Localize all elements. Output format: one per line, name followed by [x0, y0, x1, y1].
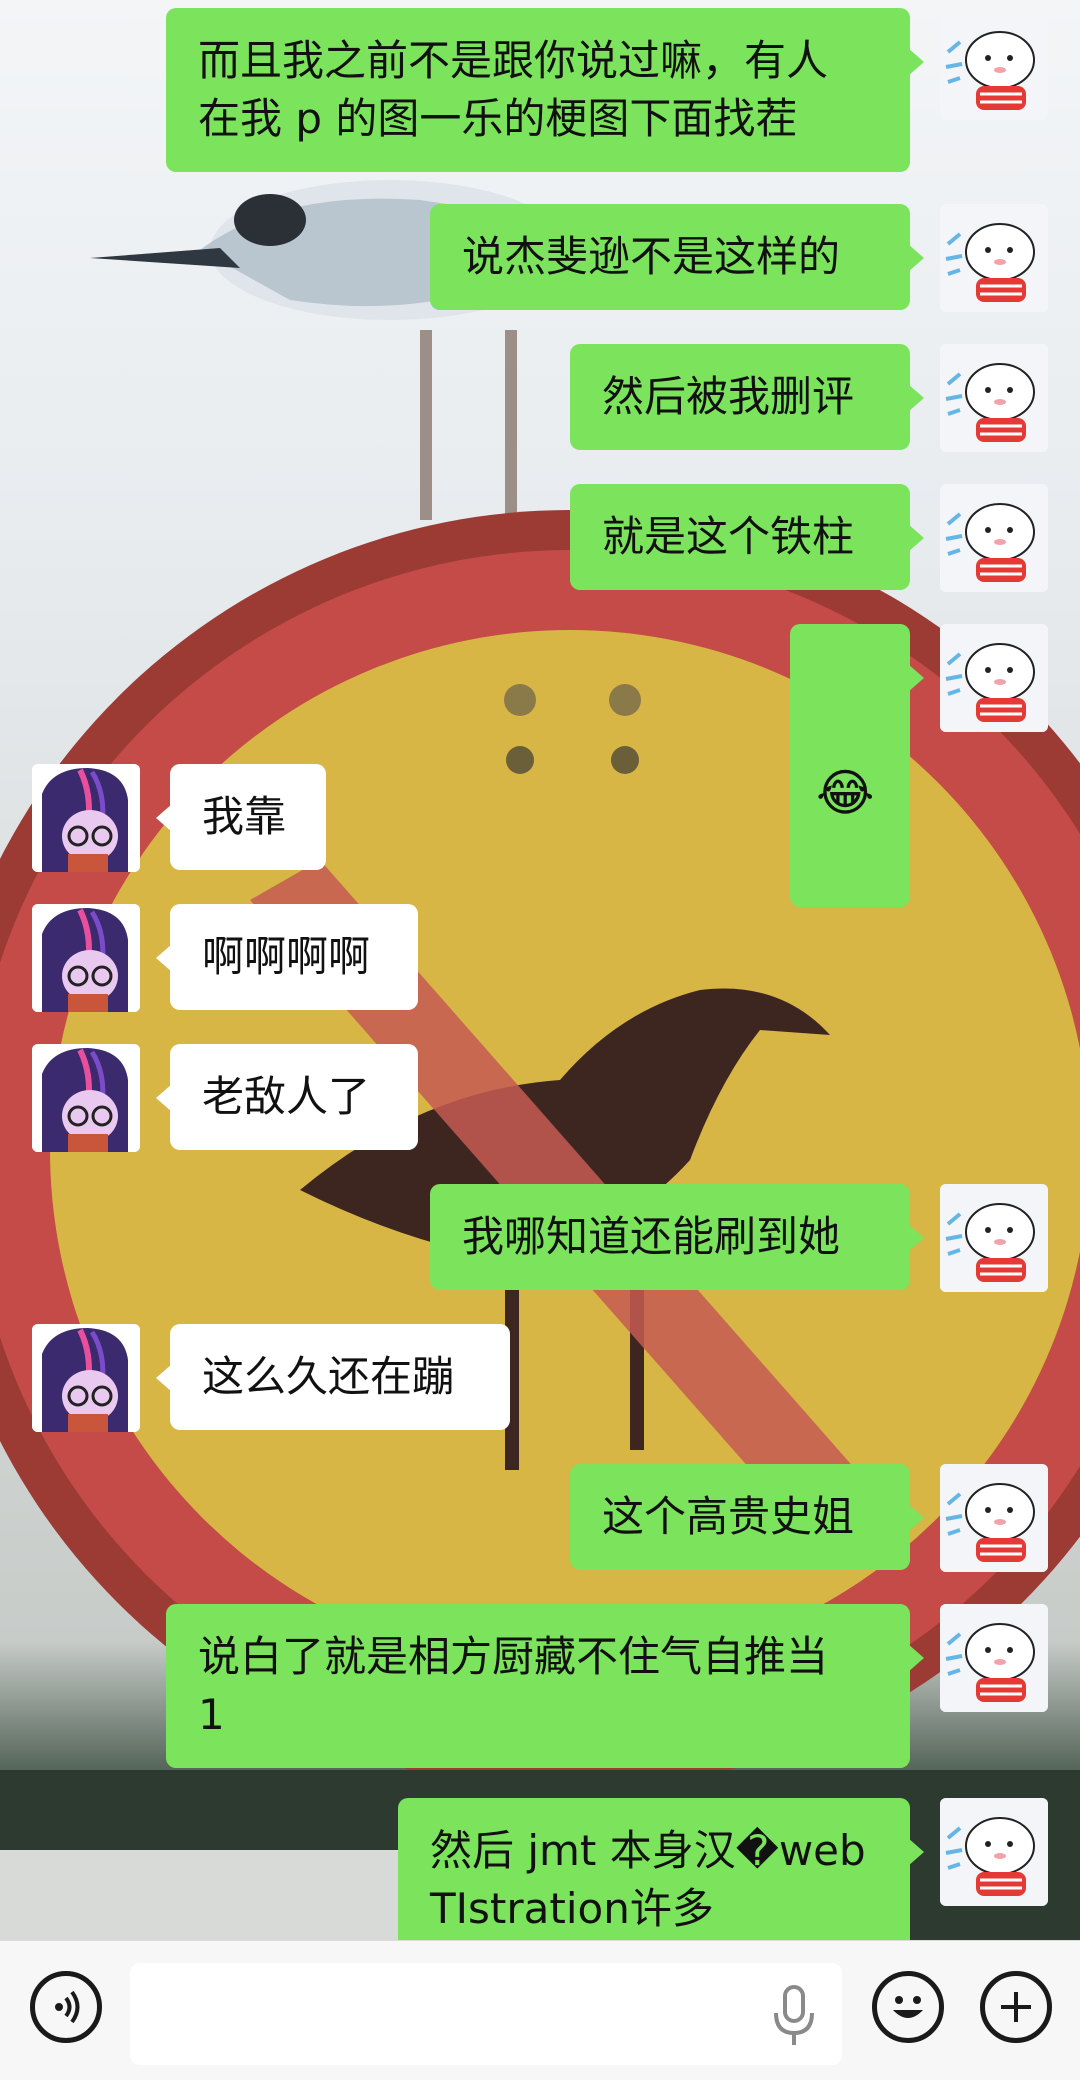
message-row-sent: 然后被我删评	[0, 344, 1080, 456]
received-bubble[interactable]: 这么久还在蹦	[156, 1324, 510, 1430]
message-row-sent: 我哪知道还能刷到她	[0, 1184, 1080, 1296]
my-avatar[interactable]	[940, 484, 1048, 592]
message-row-sent: 😂	[0, 624, 1080, 907]
message-row-received: 老敌人了	[0, 1044, 1080, 1156]
my-avatar[interactable]	[940, 1184, 1048, 1292]
message-row-received: 这么久还在蹦	[0, 1324, 1080, 1436]
sent-bubble[interactable]: 说白了就是相方厨藏不住气自推当 1	[166, 1604, 924, 1768]
my-avatar[interactable]	[940, 344, 1048, 452]
voice-mode-button[interactable]	[30, 1971, 102, 2043]
message-row-sent: 就是这个铁柱	[0, 484, 1080, 596]
microphone-icon	[774, 1985, 814, 2045]
white-cat-avatar-icon	[940, 624, 1048, 732]
sent-bubble[interactable]: 说杰斐逊不是这样的	[430, 204, 924, 310]
white-cat-avatar-icon	[940, 1798, 1048, 1906]
microphone-button[interactable]	[770, 1983, 818, 2049]
message-row-sent: 而且我之前不是跟你说过嘛，有人 在我 p 的图一乐的梗图下面找茬	[0, 8, 1080, 178]
message-row-sent: 说杰斐逊不是这样的	[0, 204, 1080, 316]
purple-hair-girl-avatar-icon	[32, 1324, 140, 1432]
my-avatar[interactable]	[940, 1798, 1048, 1906]
received-bubble[interactable]: 啊啊啊啊	[156, 904, 418, 1010]
contact-avatar[interactable]	[32, 1324, 140, 1432]
chat-screen: 而且我之前不是跟你说过嘛，有人 在我 p 的图一乐的梗图下面找茬 说杰斐逊不是这…	[0, 0, 1080, 2080]
white-cat-avatar-icon	[940, 1184, 1048, 1292]
my-avatar[interactable]	[940, 1464, 1048, 1572]
message-input[interactable]	[130, 1963, 842, 2065]
my-avatar[interactable]	[940, 204, 1048, 312]
plus-circle-icon	[1001, 1992, 1031, 2022]
emoji-button[interactable]	[872, 1971, 944, 2043]
message-row-sent: 说白了就是相方厨藏不住气自推当 1	[0, 1604, 1080, 1768]
my-avatar[interactable]	[940, 624, 1048, 732]
more-options-button[interactable]	[980, 1971, 1052, 2043]
sent-bubble[interactable]: 我哪知道还能刷到她	[430, 1184, 924, 1290]
received-bubble[interactable]: 老敌人了	[156, 1044, 418, 1150]
received-bubble[interactable]: 我靠	[156, 764, 326, 870]
message-row-sent: 这个高贵史姐	[0, 1464, 1080, 1576]
white-cat-avatar-icon	[940, 344, 1048, 452]
message-row-received: 我靠	[0, 764, 1080, 876]
sent-bubble[interactable]: 这个高贵史姐	[570, 1464, 924, 1570]
purple-hair-girl-avatar-icon	[32, 904, 140, 1012]
sent-bubble[interactable]: 然后被我删评	[570, 344, 924, 450]
my-avatar[interactable]	[940, 12, 1048, 120]
purple-hair-girl-avatar-icon	[32, 764, 140, 872]
sent-bubble[interactable]: 而且我之前不是跟你说过嘛，有人 在我 p 的图一乐的梗图下面找茬	[166, 8, 924, 172]
white-cat-avatar-icon	[940, 204, 1048, 312]
message-row-sent: 然后 jmt 本身汉�webTIstration许多	[0, 1798, 1080, 1962]
sent-bubble[interactable]: 然后 jmt 本身汉�webTIstration许多	[398, 1798, 924, 1962]
contact-avatar[interactable]	[32, 764, 140, 872]
white-cat-avatar-icon	[940, 1604, 1048, 1712]
white-cat-avatar-icon	[940, 484, 1048, 592]
chat-input-bar	[0, 1940, 1080, 2080]
contact-avatar[interactable]	[32, 1044, 140, 1152]
sent-bubble[interactable]: 就是这个铁柱	[570, 484, 924, 590]
white-cat-avatar-icon	[940, 1464, 1048, 1572]
my-avatar[interactable]	[940, 1604, 1048, 1712]
contact-avatar[interactable]	[32, 904, 140, 1012]
message-row-received: 啊啊啊啊	[0, 904, 1080, 1016]
purple-hair-girl-avatar-icon	[32, 1044, 140, 1152]
voice-wave-icon	[55, 1990, 80, 2024]
smiley-face-icon	[893, 1996, 923, 2018]
white-cat-avatar-icon	[940, 12, 1048, 120]
